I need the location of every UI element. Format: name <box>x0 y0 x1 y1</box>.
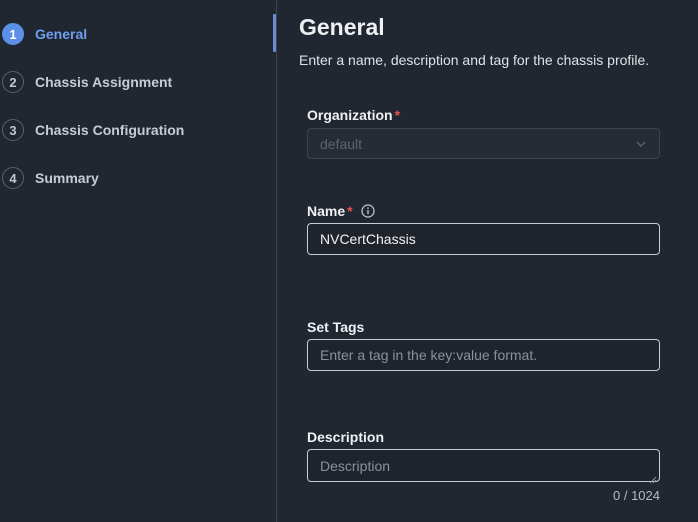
tags-placeholder: Enter a tag in the key:value format. <box>320 347 538 363</box>
required-asterisk: * <box>347 203 353 219</box>
organization-label-text: Organization <box>307 107 393 123</box>
page-subtitle: Enter a name, description and tag for th… <box>299 52 650 68</box>
description-placeholder: Description <box>320 457 391 474</box>
step-label: General <box>35 26 88 42</box>
step-number: 2 <box>2 71 24 93</box>
organization-value: default <box>320 135 363 152</box>
description-label: Description <box>307 429 384 445</box>
step-summary[interactable]: 4 Summary <box>0 164 99 192</box>
name-value: NVCertChassis <box>320 231 416 247</box>
character-counter: 0 / 1024 <box>613 488 660 503</box>
organization-select[interactable]: default <box>307 128 660 159</box>
active-step-indicator <box>273 14 276 52</box>
tags-input[interactable]: Enter a tag in the key:value format. <box>307 339 660 371</box>
step-label: Chassis Assignment <box>35 74 173 90</box>
step-label: Chassis Configuration <box>35 122 185 138</box>
name-label: Name * <box>307 203 375 219</box>
step-label: Summary <box>35 170 99 186</box>
chevron-down-icon <box>635 138 647 150</box>
name-input[interactable]: NVCertChassis <box>307 223 660 255</box>
step-number: 1 <box>2 23 24 45</box>
required-asterisk: * <box>394 107 401 123</box>
step-number: 3 <box>2 119 24 141</box>
step-chassis-configuration[interactable]: 3 Chassis Configuration <box>0 116 184 144</box>
info-icon[interactable] <box>360 204 375 218</box>
tags-label-text: Set Tags <box>307 319 365 335</box>
description-label-text: Description <box>307 429 385 445</box>
organization-label: Organization * <box>307 107 400 123</box>
chassis-profile-wizard: 1 General 2 Chassis Assignment 3 Chassis… <box>0 0 698 522</box>
step-chassis-assignment[interactable]: 2 Chassis Assignment <box>0 68 172 96</box>
resize-handle-icon[interactable] <box>649 471 657 484</box>
step-number: 4 <box>2 167 24 189</box>
page-title: General <box>299 14 385 40</box>
sidebar-divider <box>276 0 277 522</box>
tags-label: Set Tags <box>307 319 364 335</box>
step-general[interactable]: 1 General <box>0 20 87 48</box>
name-label-text: Name <box>307 203 346 219</box>
wizard-stepper: 1 General 2 Chassis Assignment 3 Chassis… <box>0 0 276 522</box>
description-textarea[interactable]: Description <box>307 449 660 484</box>
